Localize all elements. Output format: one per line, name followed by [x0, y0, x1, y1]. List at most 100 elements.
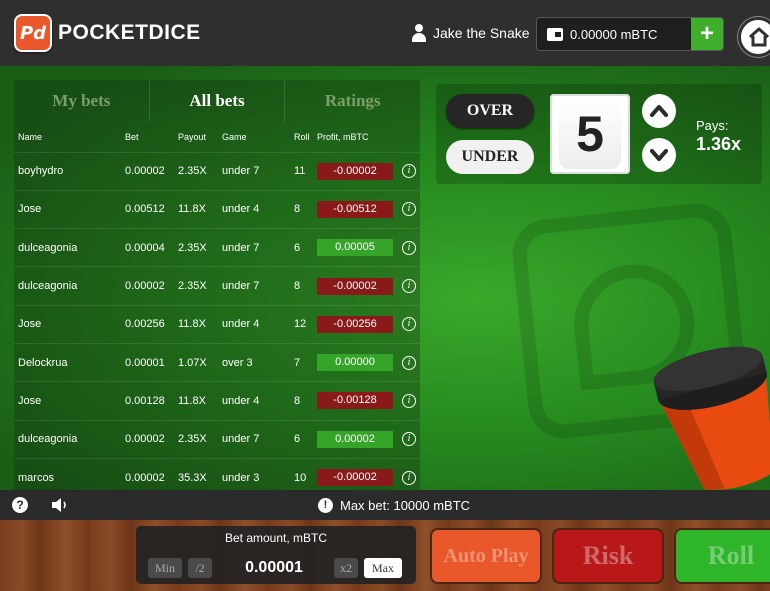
home-button[interactable]	[738, 17, 770, 57]
profit-badge: 0.00000	[317, 354, 393, 372]
row-bet: 0.00004	[121, 228, 174, 267]
row-name: dulceagonia	[14, 419, 121, 459]
table-row: boyhydro 0.00002 2.35X under 7 11 -0.00002 i	[14, 151, 420, 191]
col-name: Name	[18, 131, 43, 142]
row-profit-cell: 0.00000	[313, 342, 398, 382]
pays-label: Pays:	[696, 118, 729, 133]
row-info-cell: i	[398, 381, 420, 421]
info-icon[interactable]: i	[402, 432, 416, 447]
row-name: Jose	[14, 381, 121, 421]
info-icon[interactable]: i	[402, 202, 416, 217]
add-funds-button[interactable]: +	[691, 18, 723, 50]
col-profit: Profit, mBTC	[317, 131, 369, 142]
row-game: under 4	[218, 189, 290, 229]
row-profit-cell: -0.00128	[313, 381, 398, 421]
info-icon[interactable]: i	[402, 355, 416, 370]
dice-control-panel: OVER UNDER 5 Pays: 1.36x	[436, 84, 762, 184]
table-row: Delockrua 0.00001 1.07X over 3 7 0.00000 i	[14, 342, 420, 382]
table-row: marcos 0.00002 35.3X under 3 10 -0.00002 i	[14, 457, 420, 490]
row-roll: 8	[290, 381, 313, 421]
row-payout: 35.3X	[174, 457, 218, 490]
row-game: under 7	[218, 419, 290, 459]
game-area: My bets All bets Ratings Name Bet Payout…	[0, 66, 770, 490]
row-name: Jose	[14, 304, 121, 344]
row-info-cell: i	[398, 151, 420, 191]
bet-amount-panel: Bet amount, mBTC Min /2 0.00001 x2 Max	[136, 526, 416, 584]
pays-value: 1.36x	[696, 134, 742, 154]
bet-amount-input[interactable]: 0.00001	[232, 559, 316, 577]
row-bet: 0.00002	[121, 151, 174, 191]
max-bet-button[interactable]: Max	[364, 558, 402, 578]
chevron-down-icon	[650, 149, 668, 161]
row-name: boyhydro	[14, 151, 121, 191]
profit-badge: 0.00005	[317, 239, 393, 257]
row-payout: 11.8X	[174, 189, 218, 229]
under-button[interactable]: UNDER	[446, 140, 534, 174]
halve-bet-button[interactable]: /2	[188, 558, 212, 578]
bet-amount-label: Bet amount, mBTC	[224, 531, 328, 545]
tab-ratings[interactable]: Ratings	[284, 80, 420, 122]
tab-all-bets[interactable]: All bets	[148, 80, 285, 122]
row-payout: 1.07X	[174, 342, 218, 382]
auto-play-button[interactable]: Auto Play	[432, 530, 540, 582]
sound-icon[interactable]	[50, 497, 70, 513]
info-icon[interactable]: i	[402, 240, 416, 255]
col-info	[398, 122, 420, 152]
wallet-balance-box: 0.00000 mBTC +	[536, 17, 724, 51]
logo[interactable]: Pd POCKETDICE	[14, 14, 201, 52]
double-bet-button[interactable]: x2	[334, 558, 358, 578]
chevron-up-icon	[650, 105, 668, 117]
row-bet: 0.00002	[121, 457, 174, 490]
row-profit-cell: 0.00002	[313, 419, 398, 459]
row-roll: 12	[290, 304, 313, 344]
help-icon[interactable]: ?	[12, 497, 28, 513]
increase-number-button[interactable]	[642, 94, 676, 128]
target-number: 5	[559, 99, 621, 169]
col-roll: Roll	[294, 131, 310, 142]
user-profile[interactable]: Jake the Snake	[410, 24, 530, 42]
username: Jake the Snake	[433, 25, 530, 41]
row-info-cell: i	[398, 304, 420, 344]
status-bar: ? ! Max bet: 10000 mBTC	[0, 490, 770, 520]
info-icon[interactable]: i	[402, 470, 416, 485]
row-name: dulceagonia	[14, 228, 121, 267]
logo-mark-icon: Pd	[14, 14, 52, 52]
row-bet: 0.00002	[121, 266, 174, 306]
over-button[interactable]: OVER	[446, 94, 534, 128]
row-roll: 11	[290, 151, 313, 191]
row-roll: 6	[290, 419, 313, 459]
table-row: dulceagonia 0.00002 2.35X under 7 8 -0.00002 i	[14, 266, 420, 306]
row-info-cell: i	[398, 457, 420, 490]
wallet-icon	[547, 28, 563, 41]
target-number-display: 5	[550, 94, 630, 174]
decrease-number-button[interactable]	[642, 138, 676, 172]
row-game: under 4	[218, 381, 290, 421]
profit-badge: -0.00512	[317, 200, 393, 218]
min-bet-button[interactable]: Min	[148, 558, 182, 578]
balance-value: 0.00000 mBTC	[570, 27, 658, 42]
row-info-cell: i	[398, 419, 420, 459]
row-name: Jose	[14, 189, 121, 229]
info-icon[interactable]: i	[402, 393, 416, 408]
table-row: dulceagonia 0.00002 2.35X under 7 6 0.00002 i	[14, 419, 420, 459]
row-payout: 2.35X	[174, 228, 218, 267]
risk-button[interactable]: Risk	[554, 530, 662, 582]
top-header: Pd POCKETDICE Jake the Snake 0.00000 mBT…	[0, 0, 770, 66]
row-profit-cell: -0.00002	[313, 457, 398, 490]
tab-my-bets[interactable]: My bets	[14, 80, 149, 122]
row-roll: 8	[290, 266, 313, 306]
col-game: Game	[222, 131, 247, 142]
info-icon[interactable]: i	[402, 317, 416, 332]
warning-icon: !	[318, 498, 333, 513]
row-payout: 11.8X	[174, 381, 218, 421]
row-bet: 0.00512	[121, 189, 174, 229]
roll-button[interactable]: Roll	[676, 530, 770, 582]
info-icon[interactable]: i	[402, 164, 416, 179]
profit-badge: -0.00256	[317, 315, 393, 333]
profit-badge: -0.00128	[317, 392, 393, 410]
info-icon[interactable]: i	[402, 279, 416, 294]
user-icon	[410, 24, 428, 42]
row-name: marcos	[14, 457, 121, 490]
row-roll: 6	[290, 228, 313, 267]
row-profit-cell: -0.00256	[313, 304, 398, 344]
